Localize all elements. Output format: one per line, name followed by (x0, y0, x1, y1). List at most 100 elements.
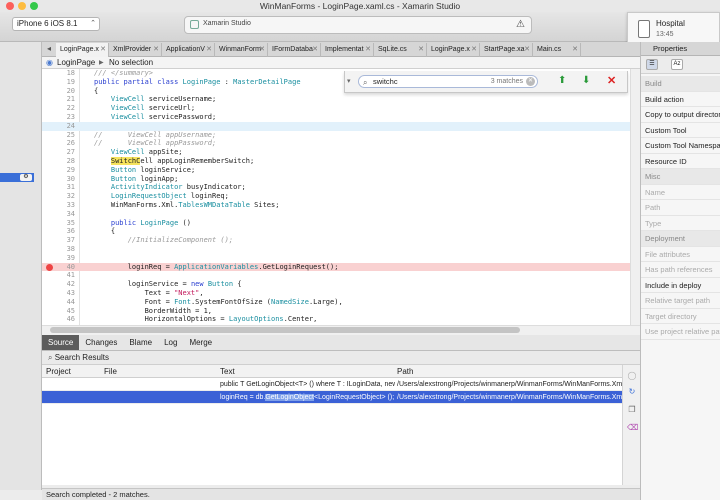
code-line[interactable]: 25 // ViewCell appUsername; (42, 131, 630, 140)
property-category[interactable]: Build (641, 76, 720, 92)
stop-icon[interactable]: ◯ (627, 371, 637, 381)
property-row[interactable]: Custom Tool (641, 123, 720, 138)
code-line[interactable]: 36 { (42, 227, 630, 236)
code-line[interactable]: 40 loginReq = ApplicationVariables.GetLo… (42, 262, 630, 272)
property-row[interactable]: Target directory (641, 309, 720, 324)
property-row[interactable]: Custom Tool Namespace (641, 138, 720, 154)
tab-6[interactable]: Implementat ✕ (321, 43, 374, 57)
property-category[interactable]: Misc (641, 169, 720, 185)
column-header-text[interactable]: Text (220, 365, 235, 378)
refresh-icon[interactable]: ↻ (627, 387, 637, 397)
warning-icon[interactable]: ⚠ (516, 19, 525, 30)
code-line[interactable]: 24 (42, 121, 630, 131)
close-tab-icon[interactable]: ✕ (100, 43, 106, 57)
code-line[interactable]: 39 (42, 254, 630, 263)
tab-4[interactable]: WinmanForm ✕ (215, 43, 268, 57)
clear-search-icon[interactable]: ✕ (526, 77, 535, 86)
close-tab-icon[interactable]: ✕ (572, 43, 578, 57)
close-tab-icon[interactable]: ✕ (524, 43, 530, 57)
clear-results-icon[interactable]: ⌫ (627, 423, 638, 433)
editor-vertical-scrollbar[interactable] (630, 69, 640, 325)
gear-icon[interactable]: ⚙ (20, 174, 32, 181)
find-options-icon[interactable]: ▾ (347, 77, 351, 85)
code-line[interactable]: 29 Button loginService; (42, 166, 630, 175)
table-row[interactable]: WinManFor...IFormDatabase.cs:60public T … (42, 378, 622, 391)
code-line[interactable]: 33 WinManForms.Xml.TablesWMDataTable Sit… (42, 201, 630, 210)
code-line[interactable]: 28 SwitchCell appLoginRememberSwitch; (42, 157, 630, 166)
code-editor[interactable]: 18 /// </summary> 19 public partial class L… (42, 69, 630, 325)
property-row[interactable]: Has path references (641, 262, 720, 278)
notification-popup[interactable]: Hospital 13:45 (627, 12, 720, 46)
code-line[interactable]: 30 Button loginApp; (42, 175, 630, 184)
breadcrumb-class[interactable]: LoginPage (57, 57, 95, 69)
code-line[interactable]: 35 public LoginPage () (42, 219, 630, 228)
tab-8[interactable]: LoginPage.x ✕ (427, 43, 480, 57)
alphabetical-view-icon[interactable]: Az (671, 59, 683, 70)
column-header-project[interactable]: Project (46, 365, 71, 378)
code-line[interactable]: 45 BorderWidth = 1, (42, 307, 630, 316)
tab-7[interactable]: SqLite.cs ✕ (374, 43, 427, 57)
property-row[interactable]: Name (641, 185, 720, 200)
close-tab-icon[interactable]: ✕ (365, 43, 371, 57)
close-tab-icon[interactable]: ✕ (153, 43, 159, 57)
vcs-tab-blame[interactable]: Blame (123, 335, 158, 350)
code-line[interactable]: 37 //InitializeComponent (); (42, 236, 630, 245)
code-line[interactable]: 46 HorizontalOptions = LayoutOptions.Cen… (42, 315, 630, 324)
code-line[interactable]: 31 ActivityIndicator busyIndicator; (42, 183, 630, 192)
code-line[interactable]: 42 loginService = new Button { (42, 280, 630, 289)
code-line[interactable]: 23 ViewCell servicePassword; (42, 113, 630, 122)
property-row[interactable]: Relative target path (641, 293, 720, 309)
column-header-path[interactable]: Path (397, 365, 413, 378)
property-row[interactable]: File attributes (641, 247, 720, 262)
minimize-window-icon[interactable] (18, 2, 26, 10)
close-tab-icon[interactable]: ✕ (312, 43, 318, 57)
tab-5[interactable]: IFormDataba ✕ (268, 43, 321, 57)
code-line[interactable]: 43 Text = "Next", (42, 289, 630, 298)
copy-icon[interactable]: ❐ (627, 405, 637, 415)
editor-scroll-thumb[interactable] (50, 327, 520, 333)
property-category[interactable]: Deployment (641, 231, 720, 247)
tab-3[interactable]: ApplicationV ✕ (162, 43, 215, 57)
tab-9[interactable]: StartPage.xa ✕ (480, 43, 533, 57)
categorized-view-icon[interactable]: ☰ (646, 59, 658, 70)
property-row[interactable]: Copy to output directory (641, 107, 720, 123)
device-selector[interactable]: iPhone 6 iOS 8.1 ⌃ (12, 17, 100, 31)
vcs-tab-source[interactable]: Source (42, 335, 80, 350)
property-row[interactable]: Use project relative path (641, 324, 720, 340)
breadcrumb-member[interactable]: No selection (109, 57, 153, 69)
find-input[interactable]: ⌕ switchc 3 matches ✕ (358, 75, 538, 88)
close-tab-icon[interactable]: ✕ (206, 43, 212, 57)
tab-1[interactable]: LoginPage.x ✕ (56, 43, 109, 57)
code-line[interactable]: 44 Font = Font.SystemFontOfSize (NamedSi… (42, 298, 630, 307)
tab-2[interactable]: XmlProvider ✕ (109, 43, 162, 57)
solution-sidebar[interactable] (0, 42, 42, 490)
zoom-window-icon[interactable] (30, 2, 38, 10)
close-window-icon[interactable] (6, 2, 14, 10)
code-line[interactable]: 38 (42, 245, 630, 254)
table-row[interactable]: WinManFor...ApplicationVariables.cs:101l… (42, 391, 622, 404)
close-find-icon[interactable]: ✕ (607, 74, 616, 87)
close-tab-icon[interactable]: ✕ (259, 43, 265, 57)
find-next-icon[interactable]: ⬇ (582, 75, 590, 86)
vcs-tab-changes[interactable]: Changes (79, 335, 123, 350)
code-line[interactable]: 41 (42, 271, 630, 280)
property-row[interactable]: Build action (641, 92, 720, 107)
close-tab-icon[interactable]: ✕ (418, 43, 424, 57)
property-row[interactable]: Resource ID (641, 154, 720, 169)
property-row[interactable]: Include in deploy (641, 278, 720, 293)
code-line[interactable]: 34 (42, 210, 630, 219)
code-line[interactable]: 21 ViewCell serviceUsername; (42, 95, 630, 104)
column-header-file[interactable]: File (104, 365, 117, 378)
find-previous-icon[interactable]: ⬆ (558, 75, 566, 86)
code-line[interactable]: 27 ViewCell appSite; (42, 148, 630, 157)
code-line[interactable]: 26 // ViewCell appPassword; (42, 139, 630, 148)
close-tab-icon[interactable]: ✕ (471, 43, 477, 57)
code-line[interactable]: 22 ViewCell serviceUrl; (42, 104, 630, 113)
vcs-tab-merge[interactable]: Merge (183, 335, 218, 350)
property-row[interactable]: Path (641, 200, 720, 216)
code-line[interactable]: 32 LoginRequestObject loginReq; (42, 192, 630, 201)
tab-10[interactable]: Main.cs ✕ (533, 43, 581, 57)
property-row[interactable]: Type (641, 216, 720, 231)
tabs-scroll-left-icon[interactable]: ◂ (42, 42, 56, 56)
vcs-tab-log[interactable]: Log (158, 335, 183, 350)
